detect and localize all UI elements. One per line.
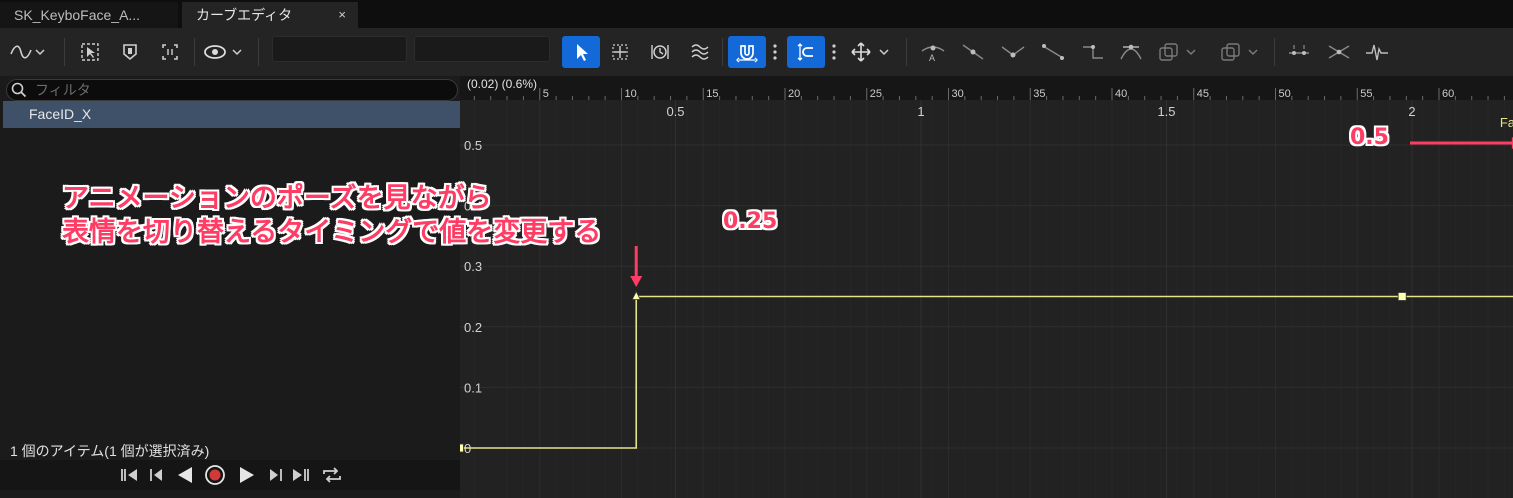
wave-icon[interactable] xyxy=(684,36,716,68)
pre-infinity-icon[interactable] xyxy=(1156,36,1202,68)
frame-tick-label: 15 xyxy=(706,88,718,100)
toolbar: A xyxy=(0,28,1513,76)
loop-icon[interactable] xyxy=(320,464,344,491)
play-icon[interactable] xyxy=(236,464,258,491)
curve-key xyxy=(1397,292,1407,301)
frame-tick-label: 25 xyxy=(870,88,882,100)
key-icon[interactable] xyxy=(116,36,144,68)
frame-ruler xyxy=(460,76,1513,100)
time-tick-label: 2 xyxy=(1408,104,1415,119)
curve-list-panel: フィルタ FaceID_X 1 個のアイテム(1 個が選択済み) xyxy=(0,76,460,498)
tangent-break-icon[interactable] xyxy=(998,36,1028,68)
snap-time-options-icon[interactable] xyxy=(768,36,782,68)
flatten-icon[interactable] xyxy=(1284,36,1314,68)
transport-bar xyxy=(0,460,460,490)
tangent-auto-icon[interactable]: A xyxy=(918,36,948,68)
selection-status: 1 個のアイテム(1 個が選択済み) xyxy=(10,443,210,459)
cursor-readout: (0.02) (0.6%) xyxy=(467,77,538,91)
frame-icon[interactable] xyxy=(156,36,184,68)
tangent-weighted-icon[interactable] xyxy=(1116,36,1146,68)
snap-value-icon[interactable] xyxy=(787,36,825,68)
value-tick-label: 0.3 xyxy=(464,259,482,274)
frame-tick-label: 10 xyxy=(625,88,637,100)
curve-name: FaceID_X xyxy=(29,106,92,122)
value-tick-label: 0.5 xyxy=(464,138,482,153)
snap-time-icon[interactable] xyxy=(728,36,766,68)
frame-tick-label: 20 xyxy=(788,88,800,100)
annotation-line-1: アニメーションのポーズを見ながら xyxy=(62,183,492,214)
select-icon[interactable] xyxy=(76,36,104,68)
frame-tick-label: 55 xyxy=(1360,88,1372,100)
record-icon[interactable] xyxy=(203,464,227,493)
value-tick-label: 0.2 xyxy=(464,320,482,335)
frame-tick-label: 5 xyxy=(543,88,549,100)
pointer-icon[interactable] xyxy=(562,36,600,68)
annotation-value-025: 0.25 xyxy=(723,209,778,234)
post-infinity-icon[interactable] xyxy=(1218,36,1264,68)
transform-icon[interactable] xyxy=(604,36,636,68)
time-input[interactable] xyxy=(272,36,407,62)
next-frame-icon[interactable] xyxy=(264,464,286,491)
play-reverse-icon[interactable] xyxy=(174,464,196,491)
tangent-constant-icon[interactable] xyxy=(1078,36,1108,68)
curve-key xyxy=(460,443,464,453)
tangent-user-icon[interactable] xyxy=(958,36,988,68)
annotation-line-2: 表情を切り替えるタイミングで値を変更する xyxy=(62,217,602,248)
move-icon[interactable] xyxy=(848,36,896,68)
time-tick-label: 0.5 xyxy=(666,104,684,119)
frame-tick-label: 30 xyxy=(952,88,964,100)
close-icon[interactable]: × xyxy=(338,2,346,28)
curve-list-item[interactable]: FaceID_X xyxy=(3,101,460,128)
tangent-linear-icon[interactable] xyxy=(1038,36,1068,68)
frame-tick-label: 35 xyxy=(1033,88,1045,100)
tab-bar: SK_KeyboFace_A... カーブエディタ × xyxy=(0,0,1513,28)
tab-label: カーブエディタ xyxy=(196,7,293,23)
prev-frame-icon[interactable] xyxy=(146,464,168,491)
annotation-value-05: 0.5 xyxy=(1350,125,1389,150)
curve-icon[interactable] xyxy=(8,36,48,68)
straighten-icon[interactable] xyxy=(1324,36,1354,68)
eye-icon[interactable] xyxy=(202,36,246,68)
frame-tick-label: 60 xyxy=(1442,88,1454,100)
time-tick-label: 1 xyxy=(917,104,924,119)
retime-icon[interactable] xyxy=(644,36,676,68)
last-frame-icon[interactable] xyxy=(290,464,314,491)
annotation-main: アニメーションのポーズを見ながら 表情を切り替えるタイミングで値を変更する xyxy=(62,182,601,250)
filter-icon[interactable] xyxy=(1362,36,1392,68)
search-icon xyxy=(11,82,27,103)
time-tick-label: 1.5 xyxy=(1157,104,1175,119)
filter-field[interactable]: フィルタ xyxy=(6,79,458,101)
curve-line xyxy=(460,144,1513,449)
tab-label: SK_KeyboFace_A... xyxy=(14,7,141,23)
tab-skeleton-asset[interactable]: SK_KeyboFace_A... xyxy=(0,2,178,28)
annotation-arrow-down-head xyxy=(630,276,643,287)
filter-placeholder: フィルタ xyxy=(35,82,91,98)
curve-key xyxy=(631,290,641,300)
frame-tick-label: 40 xyxy=(1115,88,1127,100)
snap-value-options-icon[interactable] xyxy=(827,36,841,68)
value-input[interactable] xyxy=(414,36,550,62)
curve-name-label: FaceID_X xyxy=(1500,115,1513,130)
first-frame-icon[interactable] xyxy=(118,464,140,491)
svg-text:A: A xyxy=(929,53,935,63)
tab-curve-editor[interactable]: カーブエディタ × xyxy=(182,2,358,28)
value-tick-label: 0.1 xyxy=(464,380,482,395)
frame-tick-label: 45 xyxy=(1197,88,1209,100)
frame-tick-label: 50 xyxy=(1279,88,1291,100)
